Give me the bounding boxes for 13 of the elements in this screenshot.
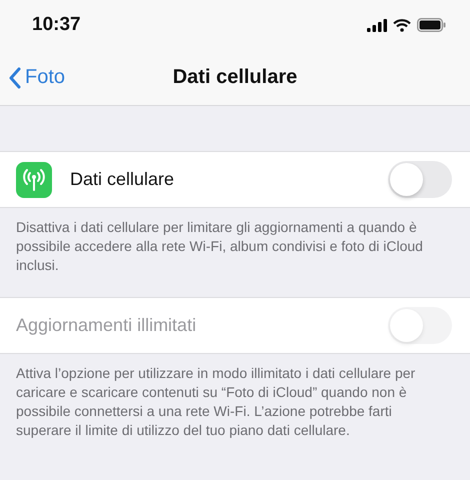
chevron-icon — [8, 66, 21, 88]
wifi-icon — [393, 18, 411, 32]
footer-note: Attiva l’opzione per utilizzare in modo illimitato i dati cellulare per caricare e scaricare contenuti su “Foto di iCloud” quando non è possibile connettersi a una rete Wi-Fi. L’azione potrebbe farti superare il limite di utilizzo del tuo piano dati cellulare. — [15, 364, 416, 440]
toggle-switch[interactable] — [388, 161, 452, 198]
footer-note: Disattiva i dati cellulare per limitare gli aggiornamenti a quando è possibile accedere alla rete Wi-Fi, album condivisi e foto di iCloud inclusi. — [15, 218, 424, 275]
battery-icon — [417, 18, 446, 32]
setting-label: Dati cellulare — [70, 169, 176, 190]
status-time: 10:37 — [32, 14, 81, 36]
back-button[interactable]: Foto — [8, 66, 66, 89]
setting-label: Aggiornamenti illimitati — [16, 315, 198, 336]
screen-title: Dati cellulare — [172, 66, 298, 89]
signal-icon — [367, 18, 387, 32]
antenna-icon — [16, 162, 52, 198]
